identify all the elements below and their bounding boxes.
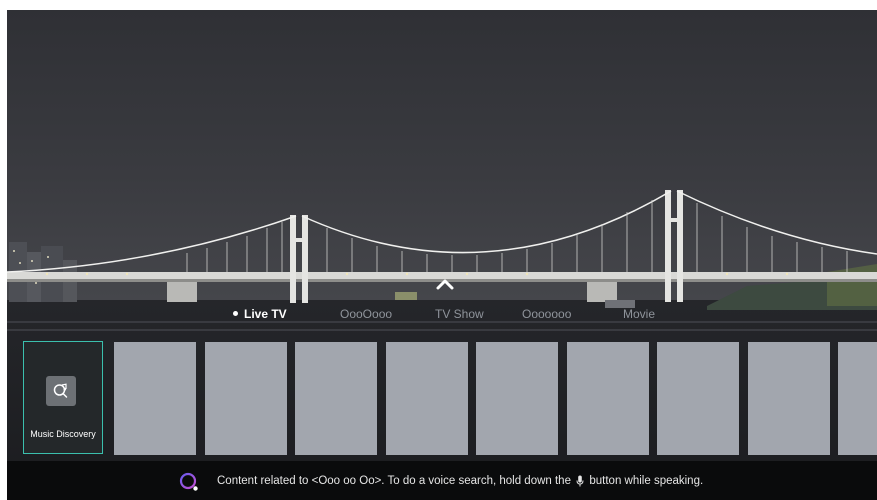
tab-label: TV Show <box>435 307 484 321</box>
content-card[interactable] <box>476 342 558 455</box>
content-card[interactable] <box>386 342 468 455</box>
hint-text-part2: button while speaking. <box>589 475 704 488</box>
category-tab-bar: Live TV OooOooo TV Show Ooooooo Movie <box>7 307 877 327</box>
card-label: Music Discovery <box>30 429 96 439</box>
mic-icon <box>576 475 584 487</box>
tab-label: Ooooooo <box>522 307 572 321</box>
content-card[interactable] <box>114 342 196 455</box>
active-indicator-dot <box>233 311 238 317</box>
content-card[interactable] <box>838 342 877 455</box>
content-card-row: Music Discovery <box>7 341 877 458</box>
content-card[interactable] <box>748 342 830 455</box>
content-card[interactable] <box>657 342 739 455</box>
content-card[interactable] <box>295 342 377 455</box>
hint-text-part1: Content related to <Ooo oo Oo>. To do a … <box>217 475 571 488</box>
tab-ooooooo-2[interactable]: Ooooooo <box>522 307 571 321</box>
content-card[interactable] <box>205 342 287 455</box>
voice-assistant-icon <box>179 472 198 491</box>
voice-hint-bar: Content related to <Ooo oo Oo>. To do a … <box>7 461 877 500</box>
content-card[interactable] <box>567 342 649 455</box>
voice-hint-text: Content related to <Ooo oo Oo>. To do a … <box>217 475 703 487</box>
tab-label: Movie <box>623 307 656 321</box>
tab-label: Live TV <box>244 307 287 321</box>
tab-live-tv[interactable]: Live TV <box>233 307 287 321</box>
music-discovery-card[interactable]: Music Discovery <box>23 341 103 454</box>
tab-movie[interactable]: Movie <box>623 307 655 321</box>
tab-tv-show[interactable]: TV Show <box>435 307 484 321</box>
chevron-up-icon[interactable] <box>433 276 457 292</box>
tab-ooooooo-1[interactable]: OooOooo <box>340 307 392 321</box>
music-search-icon <box>46 376 76 406</box>
tv-home-screen: Live TV OooOooo TV Show Ooooooo Movie Mu… <box>7 10 877 500</box>
tab-label: OooOooo <box>340 307 393 321</box>
